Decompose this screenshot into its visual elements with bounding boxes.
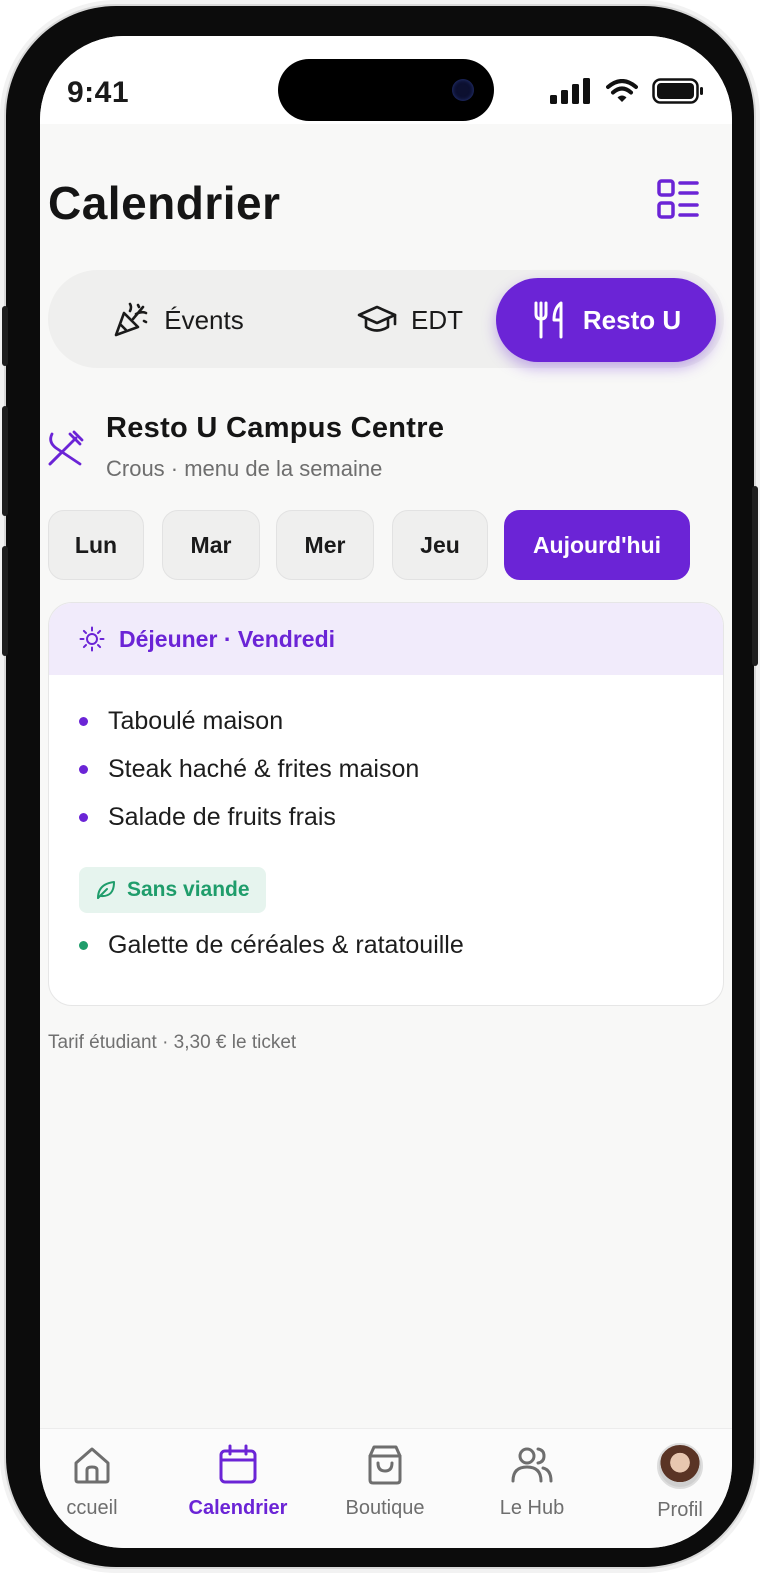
dish-name: Galette de céréales & ratatouille bbox=[108, 931, 464, 959]
shopping-bag-icon bbox=[368, 1445, 402, 1485]
list-item: Galette de céréales & ratatouille bbox=[79, 931, 464, 960]
page-title: Calendrier bbox=[48, 177, 281, 229]
segment-edt[interactable]: EDT bbox=[310, 278, 510, 362]
home-icon bbox=[74, 1447, 110, 1484]
leaf-icon bbox=[97, 881, 115, 899]
status-icons bbox=[550, 78, 704, 104]
power-button bbox=[752, 486, 758, 666]
tab-label: Calendrier bbox=[188, 1497, 288, 1519]
screen: 9:41 Calendrier Évents EDT Resto U Resto… bbox=[40, 36, 732, 1548]
status-bar: 9:41 bbox=[40, 36, 732, 124]
tab-boutique[interactable]: Boutique bbox=[315, 1443, 455, 1520]
calendar-icon bbox=[219, 1444, 257, 1484]
tab-label: Profil bbox=[657, 1499, 703, 1521]
menu-card-header: Déjeuner · Vendredi bbox=[49, 603, 723, 675]
wifi-icon bbox=[606, 79, 638, 102]
bullet bbox=[79, 765, 88, 774]
bullet bbox=[79, 717, 88, 726]
signal-icon bbox=[550, 78, 590, 104]
camera bbox=[452, 79, 474, 101]
veg-badge: Sans viande bbox=[79, 867, 266, 913]
tab-accueil[interactable]: ccueil bbox=[40, 1443, 162, 1520]
graduation-cap-icon bbox=[357, 305, 397, 332]
battery-icon bbox=[652, 78, 703, 104]
veg-badge-label: Sans viande bbox=[127, 878, 250, 901]
status-time: 9:41 bbox=[67, 76, 130, 109]
tab-bar: ccueil Calendrier Boutique Le Hub Profil bbox=[40, 1428, 732, 1548]
restaurant-subtitle: Crous · menu de la semaine bbox=[106, 456, 383, 481]
list-item: Taboulé maison bbox=[79, 707, 283, 736]
tab-label: ccueil bbox=[66, 1497, 118, 1519]
bullet bbox=[79, 813, 88, 822]
list-item: Steak haché & frites maison bbox=[79, 755, 419, 784]
segment-resto-u[interactable]: Resto U bbox=[496, 278, 716, 362]
dish-name: Taboulé maison bbox=[108, 707, 284, 735]
fork-knife-icon bbox=[534, 301, 563, 339]
mute-switch bbox=[2, 306, 8, 366]
utensils-crossed-icon bbox=[48, 430, 84, 466]
tab-label: Le Hub bbox=[499, 1497, 565, 1519]
dish-name: Salade de fruits frais bbox=[108, 803, 336, 831]
day-chip-mar[interactable]: Mar bbox=[162, 510, 260, 580]
segment-edt-label: EDT bbox=[411, 304, 463, 335]
menu-card: Déjeuner · Vendredi Taboulé maison Steak… bbox=[48, 602, 724, 1006]
avatar bbox=[657, 1443, 703, 1489]
day-chip-jeu[interactable]: Jeu bbox=[392, 510, 488, 580]
day-chip-today[interactable]: Aujourd'hui bbox=[504, 510, 690, 580]
tab-label: Boutique bbox=[345, 1497, 425, 1519]
calendar-segment-control: Évents EDT Resto U bbox=[48, 270, 724, 368]
price-info: Tarif étudiant · 3,30 € le ticket bbox=[48, 1032, 297, 1053]
list-item: Salade de fruits frais bbox=[79, 803, 336, 832]
list-view-button[interactable] bbox=[656, 178, 700, 222]
home-indicator bbox=[288, 1534, 484, 1540]
segment-resto-u-label: Resto U bbox=[582, 304, 682, 335]
sun-icon bbox=[79, 626, 105, 652]
meal-label: Déjeuner · Vendredi bbox=[119, 625, 336, 652]
restaurant-name: Resto U Campus Centre bbox=[106, 412, 445, 444]
volume-down-button bbox=[2, 546, 8, 656]
party-popper-icon bbox=[114, 302, 148, 337]
tab-le-hub[interactable]: Le Hub bbox=[462, 1443, 602, 1520]
tab-profil[interactable]: Profil bbox=[610, 1443, 732, 1522]
dish-name: Steak haché & frites maison bbox=[108, 755, 420, 783]
day-chip-lun[interactable]: Lun bbox=[48, 510, 144, 580]
bullet bbox=[79, 941, 88, 950]
list-view-icon bbox=[657, 179, 699, 219]
segment-events[interactable]: Évents bbox=[68, 278, 288, 362]
phone-frame: 9:41 Calendrier Évents EDT Resto U Resto… bbox=[2, 6, 758, 1567]
dynamic-island bbox=[278, 59, 494, 121]
users-icon bbox=[511, 1447, 553, 1483]
segment-events-label: Évents bbox=[164, 304, 244, 335]
tab-calendrier[interactable]: Calendrier bbox=[168, 1443, 308, 1520]
day-chip-mer[interactable]: Mer bbox=[276, 510, 374, 580]
volume-up-button bbox=[2, 406, 8, 516]
